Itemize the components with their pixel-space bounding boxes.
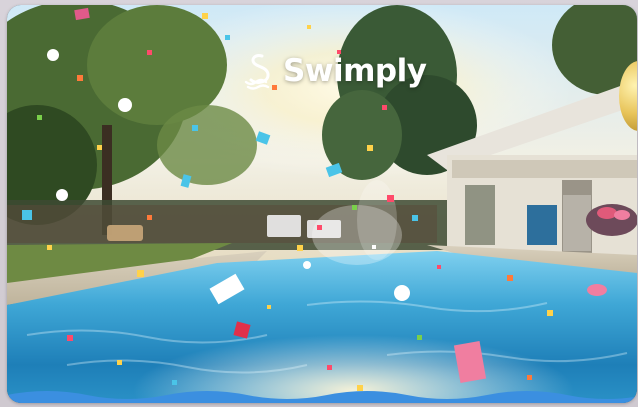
screen-background: Swimply — [0, 0, 638, 407]
card-bottom-wave — [7, 391, 637, 403]
promo-card[interactable]: Swimply — [7, 5, 637, 403]
brand-name: Swimply — [283, 53, 427, 89]
swimply-logo-icon — [244, 54, 270, 90]
brand-logo: Swimply — [243, 49, 427, 93]
